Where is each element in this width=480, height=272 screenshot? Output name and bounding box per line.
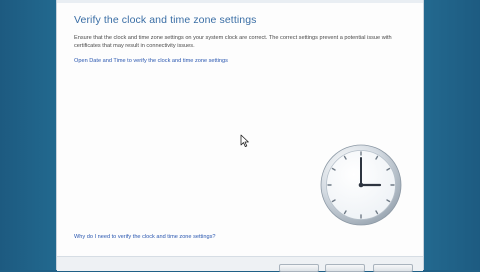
- why-verify-link[interactable]: Why do I need to verify the clock and ti…: [74, 234, 215, 240]
- wizard-dialog: Verify the clock and time zone settings …: [56, 0, 424, 272]
- clock-icon: [320, 144, 402, 226]
- mouse-pointer-icon: [240, 134, 249, 147]
- background-right: [424, 0, 480, 270]
- page-title: Verify the clock and time zone settings: [74, 14, 257, 26]
- dialog-top-strip: [57, 0, 423, 3]
- dialog-footer: [57, 256, 423, 271]
- open-date-time-link[interactable]: Open Date and Time to verify the clock a…: [74, 58, 228, 64]
- background-left: [0, 0, 56, 270]
- next-button[interactable]: [325, 264, 365, 272]
- back-button[interactable]: [279, 264, 319, 272]
- description-text: Ensure that the clock and time zone sett…: [74, 35, 392, 49]
- cancel-button[interactable]: [373, 264, 413, 272]
